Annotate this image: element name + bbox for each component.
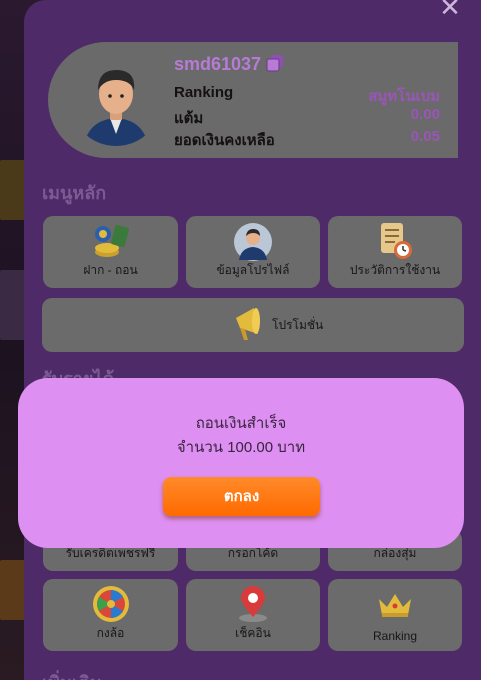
menu-promotion[interactable]: โปรโมชั่น [42, 298, 464, 352]
menu-profile-info[interactable]: ข้อมูลโปรไฟล์ [186, 216, 320, 288]
tile-label: ประวัติการใช้งาน [349, 263, 441, 277]
profile-row-label: Ranking [174, 84, 234, 101]
profile-row-points: แต้ม 0.00 [174, 106, 440, 127]
close-icon[interactable]: ✕ [439, 0, 461, 20]
tile-label: กงล้อ [96, 626, 125, 640]
menu-wheel[interactable]: กงล้อ [43, 579, 178, 651]
backdrop-game-thumb [0, 160, 26, 220]
dialog-message-title: ถอนเงินสำเร็จ [195, 415, 287, 432]
menu-usage-history[interactable]: ประวัติการใช้งาน [328, 216, 462, 288]
profile-row-value: 0.00 [410, 106, 440, 123]
tile-label: ข้อมูลโปรไฟล์ [216, 263, 290, 277]
menu-deposit-withdraw[interactable]: ฝาก - ถอน [43, 216, 178, 288]
username: smd61037 [174, 54, 262, 74]
main-menu-title: เมนูหลัก [42, 183, 107, 203]
wheel-icon [92, 586, 129, 622]
profile-row-value: 0.05 [410, 128, 440, 145]
profile-row-label: แต้ม [174, 110, 204, 127]
profile-icon [234, 223, 272, 261]
promotion-label: โปรโมชั่น [272, 318, 324, 332]
profile-row-ranking: Ranking สมูทโนเบม [174, 84, 440, 105]
coins-icon [94, 224, 129, 257]
side-menu-drawer: ✕ smd61037 Ranking สมูทโนเบม แต้ม 0.00 ย… [24, 0, 481, 680]
avatar [70, 54, 162, 146]
withdraw-success-dialog: ถอนเงินสำเร็จ จำนวน 100.00 บาท ตกลง [18, 378, 464, 548]
ok-button[interactable]: ตกลง [163, 477, 320, 516]
tile-label: Ranking [372, 629, 418, 643]
profile-row-balance: ยอดเงินคงเหลือ 0.05 [174, 128, 440, 149]
dialog-message-amount: จำนวน 100.00 บาท [176, 439, 306, 456]
backdrop-game-thumb [0, 270, 26, 340]
copy-icon[interactable] [266, 54, 284, 72]
tile-label: เช็คอิน [235, 626, 271, 640]
more-section-title: เพิ่มเติม [42, 668, 102, 680]
menu-check-in[interactable]: เช็คอิน [186, 579, 320, 651]
profile-row-value: สมูทโนเบม [368, 88, 440, 105]
profile-row-label: ยอดเงินคงเหลือ [174, 132, 275, 149]
location-pin-icon [239, 586, 267, 622]
menu-ranking[interactable]: Ranking [328, 579, 462, 651]
history-icon [381, 223, 412, 259]
crown-icon [379, 594, 411, 617]
megaphone-icon [236, 308, 260, 340]
backdrop-game-thumb [0, 560, 26, 620]
profile-card: smd61037 Ranking สมูทโนเบม แต้ม 0.00 ยอด… [48, 42, 458, 158]
tile-label: ฝาก - ถอน [83, 263, 138, 277]
